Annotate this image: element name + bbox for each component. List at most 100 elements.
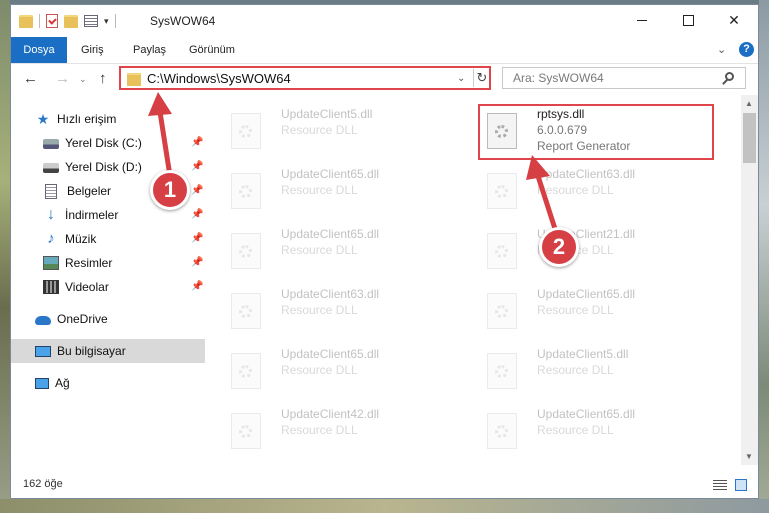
expand-ribbon-chevron-icon[interactable]: ⌄	[717, 43, 726, 56]
vertical-scrollbar[interactable]: ▲ ▼	[741, 95, 758, 465]
pin-icon[interactable]: 📌	[191, 185, 203, 196]
back-arrow-icon[interactable]: ←	[23, 70, 38, 87]
maximize-button[interactable]	[665, 5, 711, 35]
pictures-icon	[43, 256, 59, 270]
new-folder-icon[interactable]	[64, 14, 78, 28]
step-1-badge: 1	[150, 170, 190, 210]
tab-gorunum[interactable]: Görünüm	[179, 37, 245, 63]
help-icon[interactable]: ?	[739, 42, 754, 57]
tab-paylas[interactable]: Paylaş	[123, 37, 176, 63]
file-name: UpdateClient63.dll	[281, 287, 380, 301]
file-type: Resource DLL	[281, 243, 358, 257]
item-count: 162 öğe	[23, 478, 63, 490]
address-bar[interactable]: C:\Windows\SysWOW64 ⌄ ↻	[119, 66, 491, 90]
search-input[interactable]: Ara: SysWOW64	[502, 67, 746, 89]
scroll-down-icon[interactable]: ▼	[745, 452, 753, 461]
scroll-up-icon[interactable]: ▲	[745, 99, 753, 108]
file-item[interactable]: UpdateClient65.dll Resource DLL	[465, 283, 705, 339]
folder-icon	[19, 14, 33, 28]
forward-arrow-icon[interactable]: →	[55, 70, 70, 87]
sidebar-item-videos[interactable]: Videolar 📌	[11, 275, 237, 299]
star-icon: ★	[36, 111, 50, 127]
file-item[interactable]: UpdateClient65.dll Resource DLL	[465, 403, 705, 459]
tab-giris[interactable]: Giriş	[71, 37, 114, 63]
desktop-background-left	[0, 0, 10, 513]
refresh-icon[interactable]: ↻	[473, 69, 490, 87]
dll-file-icon	[231, 233, 261, 269]
file-name: UpdateClient42.dll	[281, 407, 380, 421]
sidebar-item-local-disk-c[interactable]: Yerel Disk (C:) 📌	[11, 131, 237, 155]
recent-locations-chevron-icon[interactable]: ⌄	[79, 74, 87, 85]
file-item[interactable]: UpdateClient63.dll Resource DLL	[209, 283, 449, 339]
desktop-background-bottom	[0, 499, 769, 513]
file-type: Resource DLL	[537, 183, 614, 197]
sidebar-item-pictures[interactable]: Resimler 📌	[11, 251, 237, 275]
music-icon: ♪	[47, 230, 55, 247]
sidebar-item-label: Ağ	[55, 376, 70, 390]
sidebar-item-label: Yerel Disk (C:)	[65, 136, 142, 150]
folder-icon	[127, 73, 141, 86]
properties-check-icon[interactable]	[46, 14, 58, 28]
file-type: Resource DLL	[281, 423, 358, 437]
tiles-view-icon[interactable]	[735, 479, 747, 491]
dll-file-icon	[487, 353, 517, 389]
file-item[interactable]: UpdateClient65.dll Resource DLL	[209, 343, 449, 399]
dll-file-icon	[231, 113, 261, 149]
toolbar-separator	[114, 14, 116, 28]
pin-icon[interactable]: 📌	[191, 161, 203, 172]
file-item[interactable]: UpdateClient63.dll Resource DLL	[465, 163, 705, 219]
pin-icon[interactable]: 📌	[191, 281, 203, 292]
file-item[interactable]: UpdateClient21.dll Resource DLL	[465, 223, 705, 279]
file-item[interactable]: UpdateClient5.dll Resource DLL	[209, 103, 449, 159]
pin-icon[interactable]: 📌	[191, 209, 203, 220]
file-name: UpdateClient5.dll	[281, 107, 373, 121]
tab-dosya[interactable]: Dosya	[11, 37, 67, 63]
sidebar-item-music[interactable]: ♪ Müzik 📌	[11, 227, 237, 251]
file-item[interactable]: UpdateClient65.dll Resource DLL	[209, 163, 449, 219]
network-icon	[35, 377, 49, 389]
file-item[interactable]: UpdateClient5.dll Resource DLL	[465, 343, 705, 399]
file-type: Resource DLL	[537, 303, 614, 317]
file-type: Resource DLL	[281, 123, 358, 137]
sidebar-item-local-disk-d[interactable]: Yerel Disk (D:) 📌	[11, 155, 237, 179]
dll-file-icon	[231, 293, 261, 329]
address-path[interactable]: C:\Windows\SysWOW64	[147, 71, 291, 86]
properties-icon[interactable]	[84, 15, 98, 27]
explorer-window: ▾ SysWOW64 ✕ Dosya Giriş Paylaş Görünüm …	[10, 4, 759, 499]
pin-icon[interactable]: 📌	[191, 257, 203, 268]
scrollbar-thumb[interactable]	[743, 113, 756, 163]
sidebar-item-label: Bu bilgisayar	[57, 344, 126, 358]
search-placeholder: Ara: SysWOW64	[513, 71, 604, 85]
address-dropdown-chevron-icon[interactable]: ⌄	[457, 73, 465, 84]
file-item[interactable]: UpdateClient42.dll Resource DLL	[209, 403, 449, 459]
sidebar-item-network[interactable]: Ağ	[11, 371, 229, 395]
quick-access-toolbar: ▾	[19, 13, 116, 29]
close-button[interactable]: ✕	[711, 5, 757, 35]
file-name: UpdateClient65.dll	[281, 167, 380, 181]
sidebar-item-downloads[interactable]: ↓ İndirmeler 📌	[11, 203, 237, 227]
file-type: Resource DLL	[537, 423, 614, 437]
videos-icon	[43, 280, 59, 294]
pin-icon[interactable]: 📌	[191, 137, 203, 148]
minimize-button[interactable]	[619, 5, 665, 35]
downloads-icon: ↓	[47, 206, 55, 223]
up-arrow-icon[interactable]: ↑	[99, 70, 107, 87]
sidebar-item-onedrive[interactable]: OneDrive	[11, 307, 229, 331]
search-icon[interactable]	[725, 72, 734, 81]
sidebar-item-quick-access[interactable]: ★ Hızlı erişim	[11, 107, 229, 131]
file-name: UpdateClient65.dll	[537, 287, 636, 301]
customize-toolbar-chevron-icon[interactable]: ▾	[104, 16, 109, 27]
status-bar: 162 öğe	[11, 467, 758, 497]
details-view-icon[interactable]	[713, 480, 727, 490]
window-title: SysWOW64	[150, 14, 216, 28]
sidebar-item-documents[interactable]: Belgeler 📌	[11, 179, 239, 203]
close-icon: ✕	[728, 11, 740, 28]
ribbon-tabs: Dosya Giriş Paylaş Görünüm ⌄ ?	[11, 37, 758, 64]
sidebar-item-this-pc[interactable]: Bu bilgisayar	[11, 339, 205, 363]
pin-icon[interactable]: 📌	[191, 233, 203, 244]
maximize-icon	[682, 14, 694, 26]
sidebar-item-label: Yerel Disk (D:)	[65, 160, 142, 174]
file-item[interactable]: UpdateClient65.dll Resource DLL	[209, 223, 449, 279]
toolbar-separator	[39, 14, 40, 28]
sidebar-item-label: Belgeler	[67, 184, 112, 198]
